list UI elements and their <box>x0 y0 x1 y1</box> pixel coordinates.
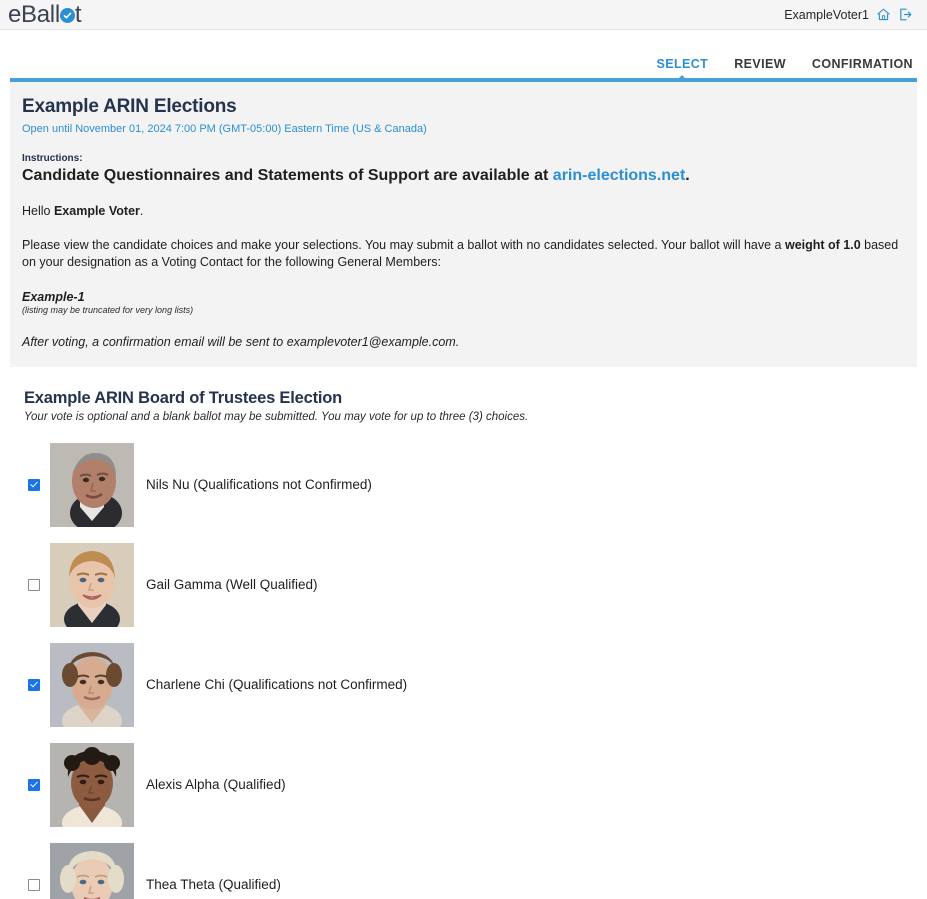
candidate-photo <box>50 442 134 527</box>
ballot-section: Example ARIN Board of Trustees Election … <box>0 367 927 899</box>
candidate-photo <box>50 642 134 727</box>
candidate-name: Gail Gamma (Well Qualified) <box>146 577 318 592</box>
tab-select-label: SELECT <box>656 57 709 71</box>
username-label: ExampleVoter1 <box>784 7 869 22</box>
greeting-line: Hello Example Voter. <box>22 204 905 218</box>
election-info-banner: Example ARIN Elections Open until Novemb… <box>10 82 917 367</box>
instructions-label: Instructions: <box>22 153 83 164</box>
eballot-logo[interactable]: eBall t <box>8 0 82 29</box>
ballot-title: Example ARIN Board of Trustees Election <box>24 388 343 407</box>
candidate-name: Nils Nu (Qualifications not Confirmed) <box>146 477 372 492</box>
ballot-weight-value: weight of 1.0 <box>784 238 861 252</box>
candidate-photo <box>50 542 134 627</box>
candidate-row[interactable]: Gail Gamma (Well Qualified) <box>24 535 927 635</box>
logo-text-right: t <box>74 0 82 28</box>
instructions-text: Candidate Questionnaires and Statements … <box>22 167 905 185</box>
listing-truncation-note: (listing may be truncated for very long … <box>22 304 194 315</box>
candidate-checkbox[interactable] <box>28 878 40 891</box>
tab-review[interactable]: REVIEW <box>734 57 786 77</box>
arin-elections-link[interactable]: arin-elections.net <box>553 167 685 184</box>
general-member-name: Example-1 <box>22 289 85 304</box>
home-icon[interactable] <box>876 7 891 22</box>
confirmation-email-note: After voting, a confirmation email will … <box>22 334 460 349</box>
logout-icon[interactable] <box>898 7 913 22</box>
check-circle-icon <box>59 7 75 23</box>
open-until-text: Open until November 01, 2024 7:00 PM (GM… <box>22 123 427 135</box>
candidate-checkbox[interactable] <box>28 478 40 491</box>
page-title: Example ARIN Elections <box>22 96 237 117</box>
candidate-photo <box>50 842 134 899</box>
instructions-prefix: Candidate Questionnaires and Statements … <box>22 167 553 184</box>
tab-confirmation[interactable]: CONFIRMATION <box>812 57 913 77</box>
tab-underline-rule <box>10 78 917 82</box>
instructions-suffix: . <box>685 167 690 184</box>
candidate-checkbox[interactable] <box>28 778 40 791</box>
candidate-row[interactable]: Charlene Chi (Qualifications not Confirm… <box>24 635 927 735</box>
paragraph-part-1: Please view the candidate choices and ma… <box>22 238 785 252</box>
candidate-row[interactable]: Nils Nu (Qualifications not Confirmed) <box>24 435 927 535</box>
tab-confirmation-label: CONFIRMATION <box>811 57 913 71</box>
candidate-name: Charlene Chi (Qualifications not Confirm… <box>146 677 408 692</box>
progress-tabs: SELECT REVIEW CONFIRMATION <box>0 30 927 82</box>
candidate-photo <box>50 742 134 827</box>
app-header: eBall t ExampleVoter1 <box>0 0 927 30</box>
greeting-prefix: Hello <box>22 204 54 218</box>
candidate-name: Thea Theta (Qualified) <box>146 877 281 892</box>
candidate-row[interactable]: Thea Theta (Qualified) <box>24 835 927 899</box>
tab-review-label: REVIEW <box>734 57 786 71</box>
candidate-name: Alexis Alpha (Qualified) <box>146 777 286 792</box>
logo-text-left: eBall <box>8 0 60 28</box>
greeting-voter-name: Example Voter <box>53 204 140 218</box>
tab-select[interactable]: SELECT <box>656 57 708 77</box>
ballot-weight-paragraph: Please view the candidate choices and ma… <box>22 237 905 272</box>
user-area: ExampleVoter1 <box>784 7 913 22</box>
greeting-suffix: . <box>139 204 144 218</box>
candidate-row[interactable]: Alexis Alpha (Qualified) <box>24 735 927 835</box>
ballot-subtitle: Your vote is optional and a blank ballot… <box>24 410 529 423</box>
candidate-checkbox[interactable] <box>28 578 40 591</box>
candidate-checkbox[interactable] <box>28 678 40 691</box>
